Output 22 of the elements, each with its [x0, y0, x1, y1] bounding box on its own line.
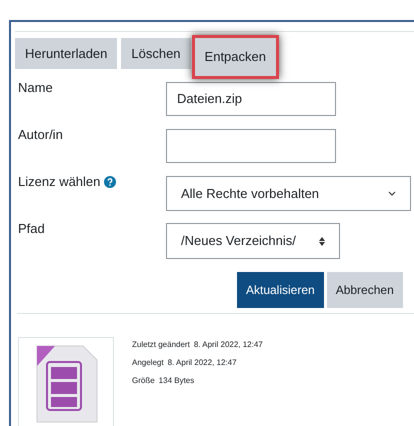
info-label: Zuletzt geändert: [132, 339, 190, 351]
path-dropdown[interactable]: /Neues Verzeichnis/: [166, 223, 340, 259]
toolbar-button[interactable]: Löschen: [121, 38, 191, 69]
field-label: Lizenz wählen: [18, 173, 100, 191]
toolbar-button[interactable]: Herunterladen: [15, 38, 118, 69]
cancel-button[interactable]: Abbrechen: [326, 272, 403, 308]
help-icon[interactable]: [104, 176, 116, 188]
field-label: Name: [18, 79, 53, 97]
info-value: 8. April 2022, 12:47: [194, 339, 263, 351]
update-button[interactable]: Aktualisieren: [237, 272, 324, 308]
info-label: Angelegt: [132, 357, 164, 369]
info-label: Größe: [132, 375, 155, 387]
chevron-down-icon: [388, 190, 396, 196]
field-label: Pfad: [18, 220, 45, 238]
info-value: 134 Bytes: [158, 375, 194, 387]
toolbar-button[interactable]: Entpacken: [194, 38, 276, 76]
text-field[interactable]: [166, 129, 336, 163]
field-label: Autor/in: [18, 126, 63, 144]
sort-arrows-icon: [319, 236, 325, 246]
text-field[interactable]: Dateien.zip: [166, 82, 336, 116]
license-dropdown[interactable]: Alle Rechte vorbehalten: [166, 176, 411, 211]
info-value: 8. April 2022, 12:47: [168, 357, 237, 369]
